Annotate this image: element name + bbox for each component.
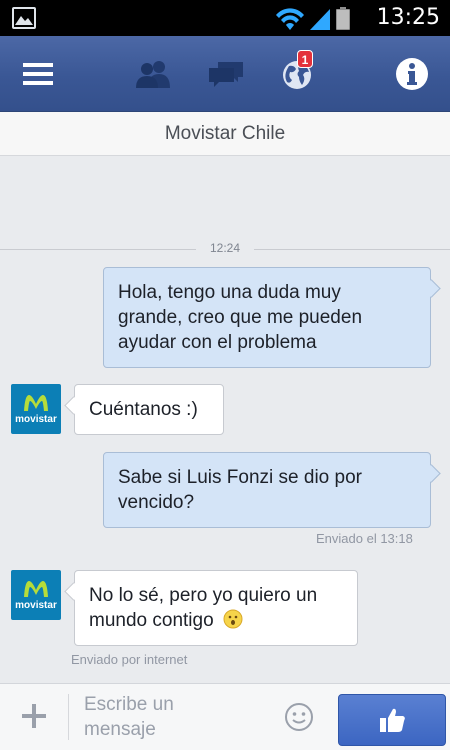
- like-button[interactable]: [338, 694, 446, 746]
- status-bar: 13:25: [0, 0, 450, 36]
- messages-icon[interactable]: [204, 36, 248, 112]
- placeholder-line: Escribe un: [84, 694, 174, 715]
- globe-notifications-icon[interactable]: 1: [275, 36, 319, 112]
- message-line: Sabe si Luis Fonzi se dio por: [118, 467, 362, 488]
- smiley-icon: [285, 703, 313, 731]
- conversation-title: Movistar Chile: [0, 112, 450, 156]
- composer-divider: [68, 694, 69, 740]
- message-composer: Escribe un mensaje: [0, 683, 450, 750]
- sender-avatar[interactable]: movistar: [11, 570, 61, 620]
- avatar-wordmark: movistar: [15, 600, 57, 611]
- message-line: vencido?: [118, 492, 195, 513]
- friend-requests-icon[interactable]: [132, 36, 176, 112]
- menu-icon[interactable]: [18, 36, 58, 112]
- incoming-message[interactable]: Cuéntanos :): [74, 384, 224, 435]
- signal-icons: [274, 6, 354, 37]
- message-thread[interactable]: 12:24 Hola, tengo una duda muy grande, c…: [0, 157, 450, 683]
- add-attachment-button[interactable]: [16, 698, 52, 734]
- timestamp-separator: 12:24: [0, 241, 450, 257]
- battery-icon: [336, 7, 350, 30]
- message-line: ayudar con el problema: [118, 332, 317, 353]
- picture-notification-icon: [12, 7, 36, 29]
- thumbs-up-icon: [380, 708, 405, 732]
- clock: 13:25: [376, 5, 440, 30]
- surprised-emoji-icon: [223, 609, 243, 629]
- avatar-wordmark: movistar: [15, 414, 57, 425]
- message-line: Hola, tengo una duda muy: [118, 282, 341, 303]
- info-icon[interactable]: [392, 36, 432, 112]
- message-line: No lo sé, pero yo quiero un: [89, 585, 318, 606]
- message-line: grande, creo que me pueden: [118, 307, 363, 328]
- message-line-with-emoji: mundo contigo: [89, 608, 343, 633]
- outgoing-message[interactable]: Sabe si Luis Fonzi se dio por vencido?: [103, 452, 431, 528]
- message-line: mundo contigo: [89, 610, 214, 631]
- movistar-logo-icon: [24, 395, 48, 411]
- message-line: Cuéntanos :): [89, 399, 198, 420]
- wifi-icon: [276, 8, 304, 30]
- outgoing-message[interactable]: Hola, tengo una duda muy grande, creo qu…: [103, 267, 431, 368]
- message-input[interactable]: Escribe un mensaje: [84, 692, 264, 742]
- movistar-logo-icon: [24, 581, 48, 597]
- notification-badge: 1: [297, 50, 313, 68]
- separator-time: 12:24: [209, 241, 241, 255]
- cell-signal-icon: [310, 9, 330, 30]
- sent-time: Enviado el 13:18: [316, 531, 413, 546]
- app-top-bar: 1: [0, 36, 450, 112]
- plus-icon: [22, 704, 46, 728]
- emoji-button[interactable]: [284, 702, 314, 737]
- incoming-message[interactable]: No lo sé, pero yo quiero un mundo contig…: [74, 570, 358, 646]
- sender-avatar[interactable]: movistar: [11, 384, 61, 434]
- sent-via: Enviado por internet: [71, 652, 188, 667]
- placeholder-line: mensaje: [84, 719, 156, 740]
